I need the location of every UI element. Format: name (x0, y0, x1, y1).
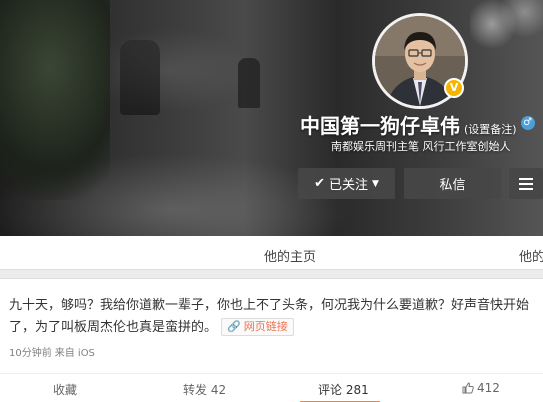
thumbs-up-icon (462, 382, 474, 394)
post-content: 九十天，够吗？我给你道歉一辈子，你也上不了头条，何况我为什么要道歉？好声音快开始… (9, 295, 539, 339)
cover-tree (0, 0, 110, 200)
cover-figure-small (238, 58, 260, 108)
vip-badge-icon: V (444, 78, 464, 98)
male-gender-icon: ♂ (520, 116, 535, 130)
set-remark-link[interactable]: (设置备注) (464, 121, 517, 137)
comment-button[interactable]: 评论 281 (318, 381, 369, 398)
like-button[interactable]: 412 (462, 381, 500, 395)
web-link[interactable]: 🔗 网页链接 (221, 318, 294, 336)
web-link-label: 网页链接 (243, 320, 288, 333)
profile-name: 中国第一狗仔卓伟 (300, 114, 460, 138)
message-button[interactable]: 私信 (404, 168, 501, 199)
profile-tab-bar: 他的主页 他的 (0, 236, 543, 270)
profile-bio: 南都娱乐周刊主笔 风行工作室创始人 (331, 140, 511, 153)
menu-icon (519, 175, 533, 193)
post-source: 来自 iOS (54, 348, 95, 359)
chevron-down-icon: ▼ (372, 178, 379, 189)
follow-button-label: 已关注 (328, 178, 368, 193)
post-action-bar: 收藏 转发 42 评论 281 412 (0, 373, 543, 402)
follow-button[interactable]: ✔ 已关注 ▼ (298, 168, 395, 199)
check-icon: ✔ (314, 176, 325, 191)
forward-button[interactable]: 转发 42 (183, 381, 226, 398)
post-meta: 10分钟前 来自 iOS (9, 344, 95, 359)
weibo-post: 九十天，够吗？我给你道歉一辈子，你也上不了头条，何况我为什么要道歉？好声音快开始… (0, 278, 543, 402)
more-menu-button[interactable] (509, 168, 543, 199)
favorite-button[interactable]: 收藏 (53, 381, 77, 398)
tab-next[interactable]: 他的 (519, 246, 543, 265)
post-time: 10分钟前 (9, 348, 52, 359)
link-icon: 🔗 (227, 320, 241, 333)
profile-name-row: 中国第一狗仔卓伟 (设置备注) ♂ (300, 110, 535, 138)
weibo-profile-page: V 中国第一狗仔卓伟 (设置备注) ♂ 南都娱乐周刊主笔 风行工作室创始人 ✔ … (0, 0, 543, 402)
cover-figure (120, 40, 160, 115)
tab-home[interactable]: 他的主页 (264, 246, 316, 265)
message-button-label: 私信 (439, 178, 466, 193)
like-count: 412 (477, 381, 500, 395)
cover-lights (470, 0, 543, 60)
profile-cover: V 中国第一狗仔卓伟 (设置备注) ♂ 南都娱乐周刊主笔 风行工作室创始人 ✔ … (0, 0, 543, 236)
